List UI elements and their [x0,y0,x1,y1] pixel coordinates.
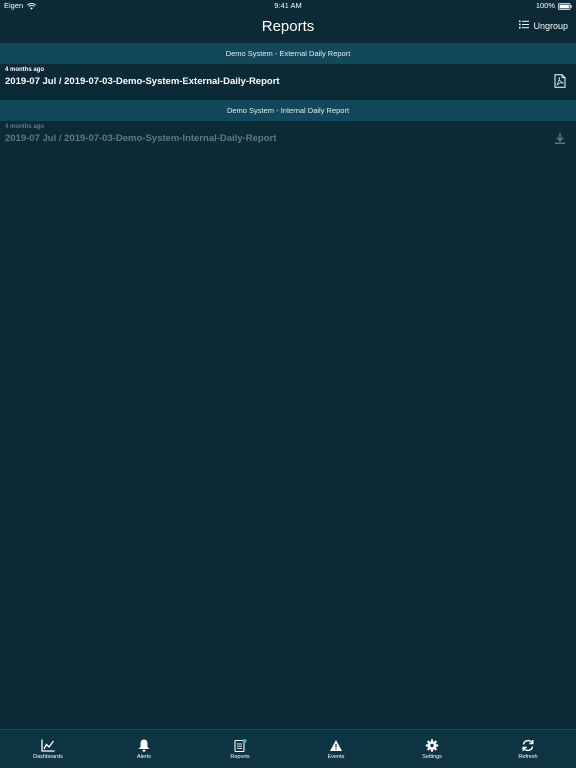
battery-icon [558,2,572,10]
tab-alerts[interactable]: Alerts [96,730,192,768]
section-header-internal: Demo System - Internal Daily Report [0,100,576,121]
tab-reports[interactable]: Reports [192,730,288,768]
report-time: 4 months ago [5,124,45,130]
refresh-icon [521,739,535,752]
download-icon[interactable] [554,131,566,145]
tab-label: Reports [230,754,250,760]
chart-icon [41,739,55,752]
tab-label: Dashboards [33,754,63,760]
pdf-icon[interactable] [554,74,566,88]
page-title: Reports [261,18,315,35]
tab-settings[interactable]: Settings [384,730,480,768]
tab-label: Alerts [136,754,152,760]
report-row-external[interactable]: 4 months ago 2019-07 Jul / 2019-07-03-De… [0,64,576,100]
tab-events[interactable]: Events [288,730,384,768]
battery-percent: 100% [535,1,555,10]
section-header-external: Demo System - External Daily Report [0,43,576,64]
report-icon [233,739,247,752]
tab-refresh[interactable]: Refresh [480,730,576,768]
status-right: 100% [536,0,572,12]
navigation-bar: Reports Ungroup [0,12,576,43]
ungroup-button[interactable]: Ungroup [519,20,568,31]
tab-label: Events [327,754,345,760]
tab-label: Refresh [518,754,538,760]
gear-icon [425,739,439,752]
tab-label: Settings [422,754,442,760]
report-time: 4 months ago [5,67,45,73]
tab-bar: Dashboards Alerts Reports Events Setting… [0,729,576,768]
report-name: 2019-07 Jul / 2019-07-03-Demo-System-Int… [5,133,277,144]
report-row-internal[interactable]: 4 months ago 2019-07 Jul / 2019-07-03-De… [0,121,576,157]
status-bar: Eigen 9:41 AM 100% [0,0,576,12]
bell-icon [137,739,151,752]
tab-dashboards[interactable]: Dashboards [0,730,96,768]
list-icon [519,20,530,31]
status-time: 9:41 AM [274,1,302,10]
warning-icon [329,739,343,752]
ungroup-label: Ungroup [533,20,568,31]
report-name: 2019-07 Jul / 2019-07-03-Demo-System-Ext… [5,76,280,87]
